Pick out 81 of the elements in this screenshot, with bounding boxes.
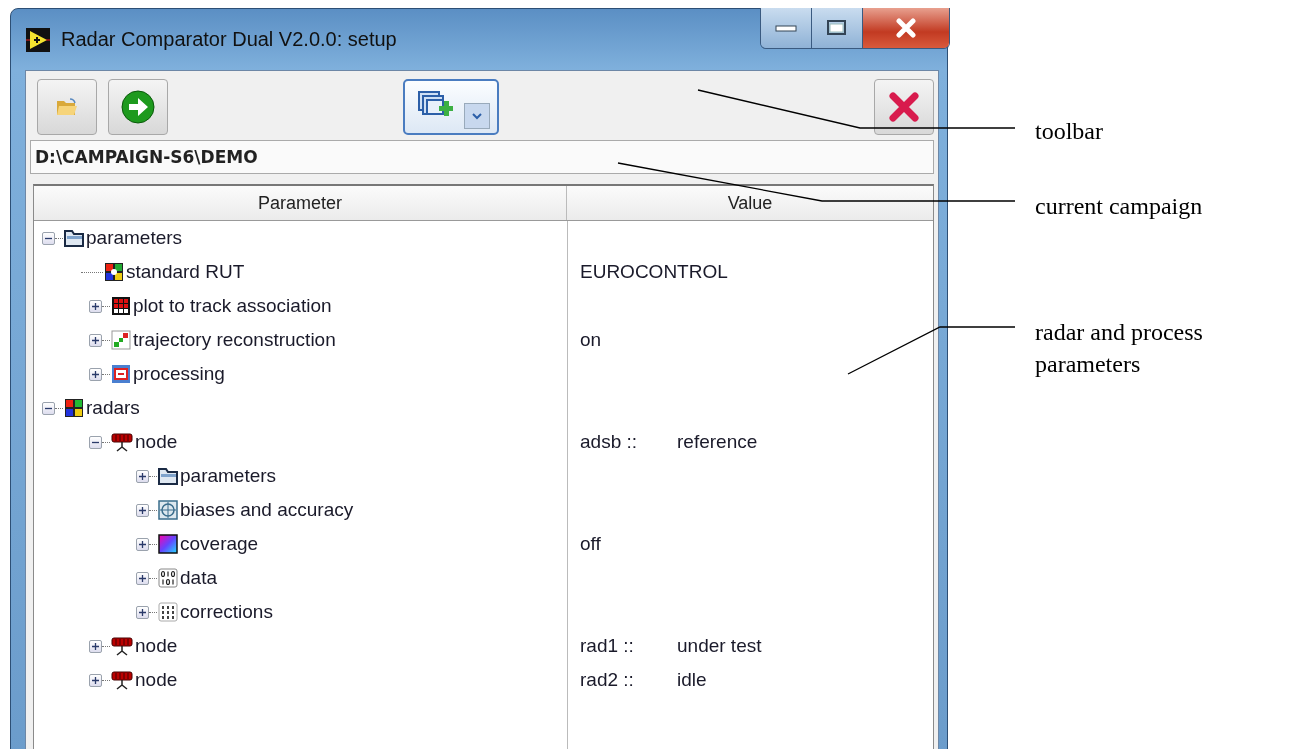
- plus-icon: [91, 335, 100, 345]
- folder-icon: [64, 229, 84, 247]
- value-text: off: [580, 533, 602, 555]
- collapse-toggle[interactable]: [42, 231, 55, 245]
- annotation-label: radar and process parameters: [1035, 318, 1204, 379]
- window-icon: [111, 364, 131, 384]
- tree-item-label[interactable]: corrections: [180, 601, 273, 623]
- column-header[interactable]: Parameter: [34, 186, 567, 220]
- plus-icon: [138, 505, 147, 515]
- antenna-icon: [111, 432, 133, 452]
- tree-item-label[interactable]: node: [135, 635, 178, 657]
- value-text: adsb ::: [580, 431, 639, 453]
- plus-icon: [138, 539, 147, 549]
- status-text: reference: [677, 431, 758, 453]
- close-icon: [889, 92, 919, 122]
- color-grid-icon: [104, 262, 124, 282]
- annotation-label: toolbar: [1035, 117, 1104, 146]
- crosshair-icon: [158, 500, 178, 520]
- dropdown-button[interactable]: [464, 103, 490, 129]
- tree-item-label[interactable]: parameters: [180, 465, 277, 487]
- folder-icon: [56, 97, 78, 117]
- plus-icon: [91, 301, 100, 311]
- tree-item-label[interactable]: data: [180, 567, 217, 589]
- antenna-icon: [111, 636, 133, 656]
- expand-toggle[interactable]: [89, 673, 102, 687]
- folder-icon: [158, 467, 178, 485]
- window-title: Radar Comparator Dual V2.0.0: setup: [61, 28, 397, 51]
- status-text: under test: [677, 635, 762, 657]
- plus-icon: [138, 471, 147, 481]
- expand-toggle[interactable]: [89, 639, 102, 653]
- expand-toggle[interactable]: [136, 605, 149, 619]
- minimize-icon: [774, 23, 798, 33]
- annotation-label: current campaign: [1035, 192, 1204, 221]
- value-text: on: [580, 329, 603, 351]
- close-button[interactable]: [863, 8, 949, 48]
- plus-icon: [91, 675, 100, 685]
- plus-icon: [91, 369, 100, 379]
- expand-toggle[interactable]: [136, 537, 149, 551]
- grid-icon: [111, 296, 131, 316]
- binary-icon: [158, 568, 178, 588]
- expand-toggle[interactable]: [89, 299, 102, 313]
- tree-item-label[interactable]: node: [135, 669, 178, 691]
- tree-item-label[interactable]: node: [135, 431, 178, 453]
- minimize-button[interactable]: [761, 8, 812, 48]
- value-text: EUROCONTROL: [580, 261, 728, 283]
- tree-item-label[interactable]: radars: [86, 397, 140, 419]
- antenna-icon: [111, 670, 133, 690]
- value-text: rad2 ::: [580, 669, 635, 691]
- tree-item-label[interactable]: processing: [133, 363, 225, 385]
- dot-grid-icon: [158, 602, 178, 622]
- close-icon: [894, 18, 918, 38]
- color-squares-icon: [64, 398, 84, 418]
- column-header[interactable]: Value: [567, 186, 933, 220]
- collapse-toggle[interactable]: [89, 435, 102, 449]
- expand-toggle[interactable]: [136, 503, 149, 517]
- app-icon: [25, 26, 51, 53]
- trajectory-icon: [111, 330, 131, 350]
- campaign-path-field[interactable]: D:\CAMPAIGN-S6\DEMO: [30, 140, 934, 174]
- plus-icon: [138, 573, 147, 583]
- plus-icon: [91, 641, 100, 651]
- tree-item-label[interactable]: parameters: [86, 227, 183, 249]
- gradient-square-icon: [158, 534, 178, 554]
- maximize-button[interactable]: [812, 8, 863, 48]
- tree-item-label[interactable]: plot to track association: [133, 295, 332, 317]
- expand-toggle[interactable]: [89, 367, 102, 381]
- tree-item-label[interactable]: biases and accuracy: [180, 499, 354, 521]
- chevron-icon: [470, 111, 484, 121]
- collapse-toggle[interactable]: [42, 401, 55, 415]
- status-text: idle: [677, 669, 707, 691]
- tree-item-label[interactable]: standard RUT: [126, 261, 245, 283]
- cancel-button[interactable]: [874, 79, 934, 135]
- tree-item-label[interactable]: trajectory reconstruction: [133, 329, 336, 351]
- expand-toggle[interactable]: [89, 333, 102, 347]
- add-window-button[interactable]: [403, 79, 499, 135]
- expand-toggle[interactable]: [136, 469, 149, 483]
- go-button[interactable]: [108, 79, 168, 135]
- plus-icon: [138, 607, 147, 617]
- tree-item-label[interactable]: coverage: [180, 533, 259, 555]
- expand-toggle[interactable]: [136, 571, 149, 585]
- maximize-icon: [826, 19, 848, 37]
- value-text: rad1 ::: [580, 635, 635, 657]
